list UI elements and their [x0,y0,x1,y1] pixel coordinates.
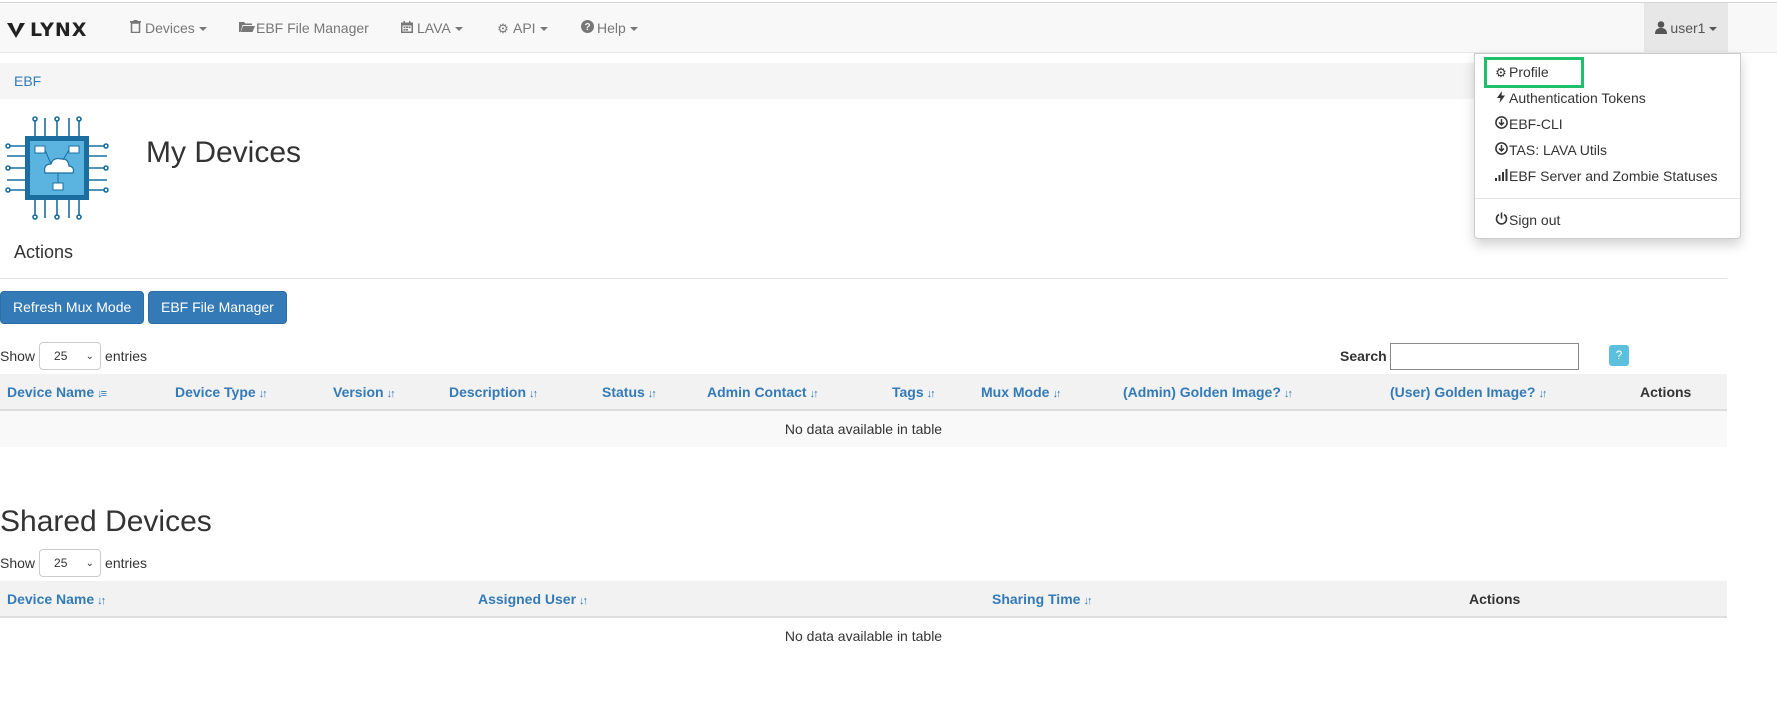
empty-table-message: No data available in table [0,411,1727,447]
menu-item-profile[interactable]: ⚙ Profile [1493,62,1549,82]
ebf-file-manager-button[interactable]: EBF File Manager [148,291,287,324]
nav-devices[interactable]: Devices [128,3,207,53]
caret-down-icon [454,27,463,32]
user-name: user1 [1670,20,1706,36]
sort-icon: ↓↑ [97,595,106,607]
brand-name: LYNX [30,19,88,41]
nav-lava[interactable]: LAVA [400,3,463,53]
question-circle-icon: ? [580,4,594,54]
chevron-down-icon: ⌄ [85,557,95,569]
download-circle-icon [1493,141,1509,161]
page-size-value: 25 [54,349,68,363]
col-assigned-user[interactable]: Assigned User ↓↑ [478,591,588,607]
menu-item-server-statuses[interactable]: EBF Server and Zombie Statuses [1493,166,1718,186]
caret-down-icon [539,27,548,32]
menu-divider [1475,198,1740,199]
caret-down-icon [1709,27,1718,32]
search-label: Search [1340,348,1387,364]
show-label: Show [0,555,36,571]
sort-asc-icon: ↓≡ [97,388,107,400]
nav-devices-label: Devices [145,20,195,36]
page-size-select[interactable]: 25 ⌄ [39,342,102,370]
sort-icon: ↓↑ [258,388,268,400]
menu-item-authentication-tokens[interactable]: Authentication Tokens [1493,88,1646,108]
sort-icon: ↓↑ [1283,388,1293,400]
menu-item-sign-out[interactable]: Sign out [1493,210,1560,230]
trash-icon [128,4,142,54]
col-mux-mode[interactable]: Mux Mode ↓↑ [981,384,1061,400]
col-admin-contact[interactable]: Admin Contact ↓↑ [707,384,819,400]
nav-api-label: API [513,20,536,36]
chip-icon [5,116,109,220]
device-chip-logo [5,116,109,220]
shared-page-size-select[interactable]: 25 ⌄ [39,549,102,577]
col-device-type[interactable]: Device Type ↓↑ [175,384,268,400]
shared-empty-table-message: No data available in table [0,618,1727,654]
gear-icon: ⚙ [1495,65,1507,80]
shared-page-size-control: Show 25 ⌄ entries [0,549,147,577]
divider [0,278,1727,279]
col-status[interactable]: Status ↓↑ [602,384,657,400]
nav-lava-label: LAVA [417,20,451,36]
search-input[interactable] [1390,343,1579,370]
entries-label: entries [105,348,148,364]
sort-icon: ↓↑ [529,388,538,400]
sort-icon: ↓↑ [386,388,396,400]
power-icon [1493,211,1509,231]
chevron-down-icon: ⌄ [85,350,95,362]
col-tags[interactable]: Tags ↓↑ [892,384,936,400]
col-user-golden-image[interactable]: (User) Golden Image? ↓↑ [1390,384,1547,400]
col-admin-golden-image[interactable]: (Admin) Golden Image? ↓↑ [1123,384,1293,400]
page-size-value: 25 [54,556,68,570]
sort-icon: ↓↑ [1538,388,1547,400]
menu-item-ebf-cli[interactable]: EBF-CLI [1493,114,1563,134]
download-circle-icon [1493,115,1509,135]
nav-file-manager-label: EBF File Manager [256,20,369,36]
sort-icon: ↓↑ [647,388,657,400]
nav-help[interactable]: ? Help [580,3,638,53]
top-navbar: LYNX Devices EBF File Manager LAVA ⚙ API … [0,2,1777,53]
brand-logo[interactable]: LYNX [6,19,87,41]
sort-icon: ↓↑ [1052,388,1061,400]
col-actions: Actions [1469,591,1521,607]
nav-file-manager[interactable]: EBF File Manager [239,3,369,53]
col-version[interactable]: Version ↓↑ [333,384,396,400]
gear-icon: ⚙ [497,21,509,36]
page-title: My Devices [146,136,302,169]
user-icon [1654,4,1667,54]
sort-icon: ↓↑ [926,388,936,400]
breadcrumb-ebf-link[interactable]: EBF [14,73,41,89]
col-description[interactable]: Description ↓↑ [449,384,538,400]
col-device-name[interactable]: Device Name ↓≡ [7,384,107,400]
caret-down-icon [629,27,638,32]
help-button[interactable]: ? [1609,345,1629,366]
col-sharing-time[interactable]: Sharing Time ↓↑ [992,591,1092,607]
breadcrumb: EBF [0,63,1540,99]
col-device-name[interactable]: Device Name ↓↑ [7,591,106,607]
page-size-control: Show 25 ⌄ entries [0,342,147,370]
shared-devices-title: Shared Devices [0,505,212,538]
menu-item-tas-lava-utils[interactable]: TAS: LAVA Utils [1493,140,1607,160]
svg-text:?: ? [584,22,590,33]
nav-api[interactable]: ⚙ API [496,3,548,53]
calendar-icon [400,4,414,54]
col-actions: Actions [1640,384,1692,400]
sort-icon: ↓↑ [579,595,588,607]
shared-devices-table-header: Device Name ↓↑ Assigned User ↓↑ Sharing Ti… [0,581,1727,618]
show-label: Show [0,348,36,364]
user-menu-toggle[interactable]: user1 [1644,3,1728,53]
actions-heading: Actions [14,242,74,262]
my-devices-table-header: Device Name ↓≡ Device Type ↓↑ Version ↓↑ De… [0,374,1727,411]
nav-help-label: Help [597,20,626,36]
lynx-logo-icon [7,23,25,38]
folder-open-icon [239,4,255,54]
entries-label: entries [105,555,148,571]
user-dropdown-menu: ⚙ Profile Authentication Tokens EBF-CLI T… [1474,53,1741,239]
sort-icon: ↓↑ [1083,595,1092,607]
lightning-icon [1493,89,1509,109]
sort-icon: ↓↑ [809,388,819,400]
signal-bars-icon [1493,167,1509,187]
caret-down-icon [198,27,207,32]
refresh-mux-mode-button[interactable]: Refresh Mux Mode [0,291,145,324]
